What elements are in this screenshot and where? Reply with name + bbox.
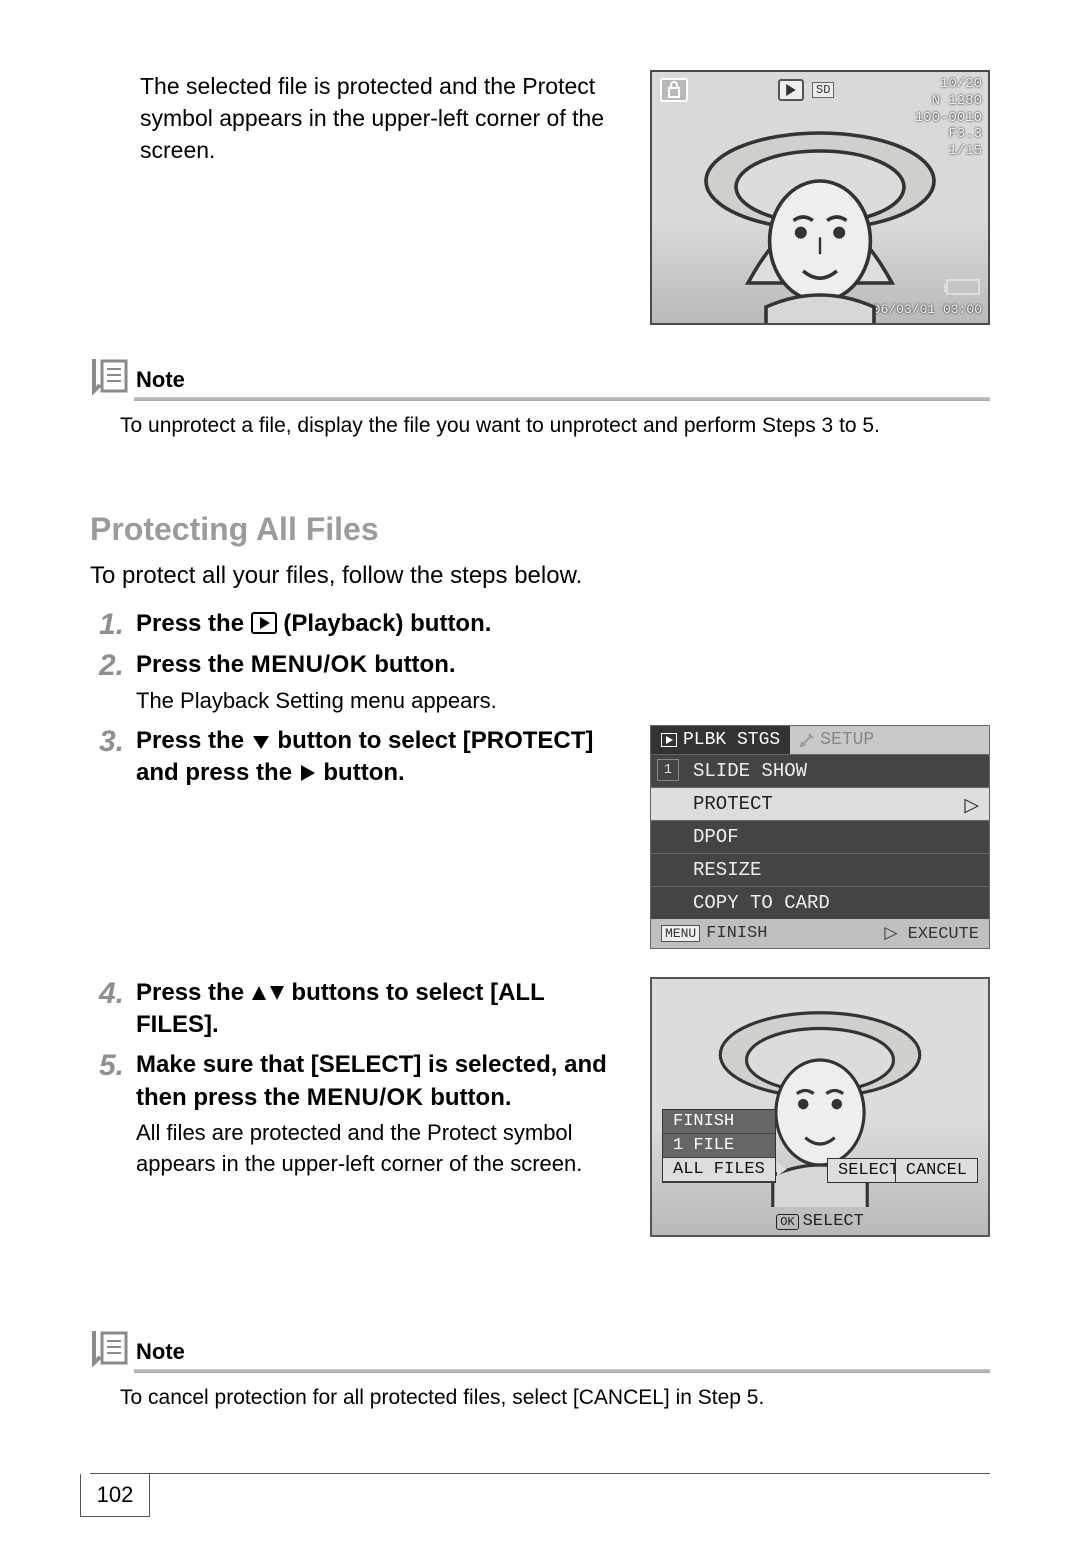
down-arrow-icon [251,733,271,751]
sd-card-icon: SD [812,82,834,98]
select-footer: OKSELECT [652,1208,988,1235]
protect-icon [660,78,688,102]
note-icon [90,355,130,395]
menu-badge-icon: MENU [661,925,700,942]
step-3: 3. Press the button to select [PROTECT] … [90,725,620,790]
step-number: 1. [90,608,124,641]
step-subtext: The Playback Setting menu appears. [136,686,990,717]
battery-icon [946,279,980,295]
step-title: Make sure that [SELECT] is selected, and… [136,1049,620,1114]
menu-ok-label: MENU/OK [307,1084,424,1111]
note-label: Note [136,367,185,395]
menu-footer: MENUFINISH ▷ EXECUTE [651,919,989,948]
step-title: Press the buttons to select [ALL FILES]. [136,977,620,1042]
note-icon [90,1327,130,1367]
tab-setup[interactable]: SETUP [790,726,989,754]
note-body: To cancel protection for all protected f… [120,1383,990,1413]
option-1-file[interactable]: 1 FILE [663,1134,775,1158]
menu-ok-label: MENU/OK [251,651,368,678]
step-number: 5. [90,1049,124,1082]
step-title: Press the button to select [PROTECT] and… [136,725,620,790]
option-all-files[interactable]: ALL FILES [663,1158,775,1182]
up-down-arrow-icon [251,983,285,1003]
menu-item-resize[interactable]: RESIZE [651,853,989,886]
protect-target-dropdown: FINISH 1 FILE ALL FILES [662,1109,776,1183]
step-4: 4. Press the buttons to select [ALL FILE… [90,977,620,1042]
camera-lcd-preview: SD 10/20 N 1280 100-0010 F3.3 1/15 2006/… [650,70,990,325]
intro-row: The selected file is protected and the P… [90,70,990,325]
page-number: 102 [80,1474,150,1517]
menu-page-indicator: 1 [657,759,679,781]
sample-image-illustration [700,103,940,325]
playback-mode-icon [778,79,804,101]
step-number: 3. [90,725,124,758]
note-label: Note [136,1339,185,1367]
playback-tab-icon [661,733,677,747]
tab-plbk-stgs[interactable]: PLBK STGS [651,726,790,754]
right-arrow-icon [299,763,317,783]
note-block-1: Note To unprotect a file, display the fi… [90,355,990,441]
setup-tab-icon [800,733,814,747]
note-body: To unprotect a file, display the file yo… [120,411,990,441]
menu-item-copy[interactable]: COPY TO CARD [651,886,989,919]
protect-select-screen: FINISH 1 FILE ALL FILES SELECT CANCEL OK… [650,977,990,1237]
image-counter: 10/20 [915,76,982,93]
menu-item-slideshow[interactable]: 1 SLIDE SHOW [651,754,989,787]
ok-badge-icon: OK [776,1214,798,1230]
step3-row: 3. Press the button to select [PROTECT] … [90,725,990,949]
step-subtext: All files are protected and the Protect … [136,1118,620,1180]
playback-settings-menu: PLBK STGS SETUP 1 SLIDE SHOW PROTECT ▷ D… [650,725,990,949]
section-intro: To protect all your files, follow the st… [90,562,990,590]
menu-footer-execute: ▷ EXECUTE [884,923,979,944]
menu-item-dpof[interactable]: DPOF [651,820,989,853]
step45-row: 4. Press the buttons to select [ALL FILE… [90,977,990,1237]
step-5: 5. Make sure that [SELECT] is selected, … [90,1049,620,1179]
step-1: 1. Press the (Playback) button. [90,608,990,641]
playback-button-icon [251,612,277,634]
section-heading: Protecting All Files [90,511,990,548]
step-title: Press the (Playback) button. [136,608,990,640]
step-number: 2. [90,649,124,682]
option-finish[interactable]: FINISH [663,1110,775,1134]
note-block-2: Note To cancel protection for all protec… [90,1327,990,1413]
submenu-arrow-icon: ▷ [964,794,979,817]
step-2: 2. Press the MENU/OK button. The Playbac… [90,649,990,716]
action-cancel[interactable]: CANCEL [895,1158,978,1183]
intro-paragraph: The selected file is protected and the P… [90,70,620,167]
step-number: 4. [90,977,124,1010]
page-footer-rule [90,1473,990,1474]
menu-item-protect[interactable]: PROTECT ▷ [651,787,989,820]
manual-page: The selected file is protected and the P… [0,0,1080,1547]
step-title: Press the MENU/OK button. [136,649,990,681]
